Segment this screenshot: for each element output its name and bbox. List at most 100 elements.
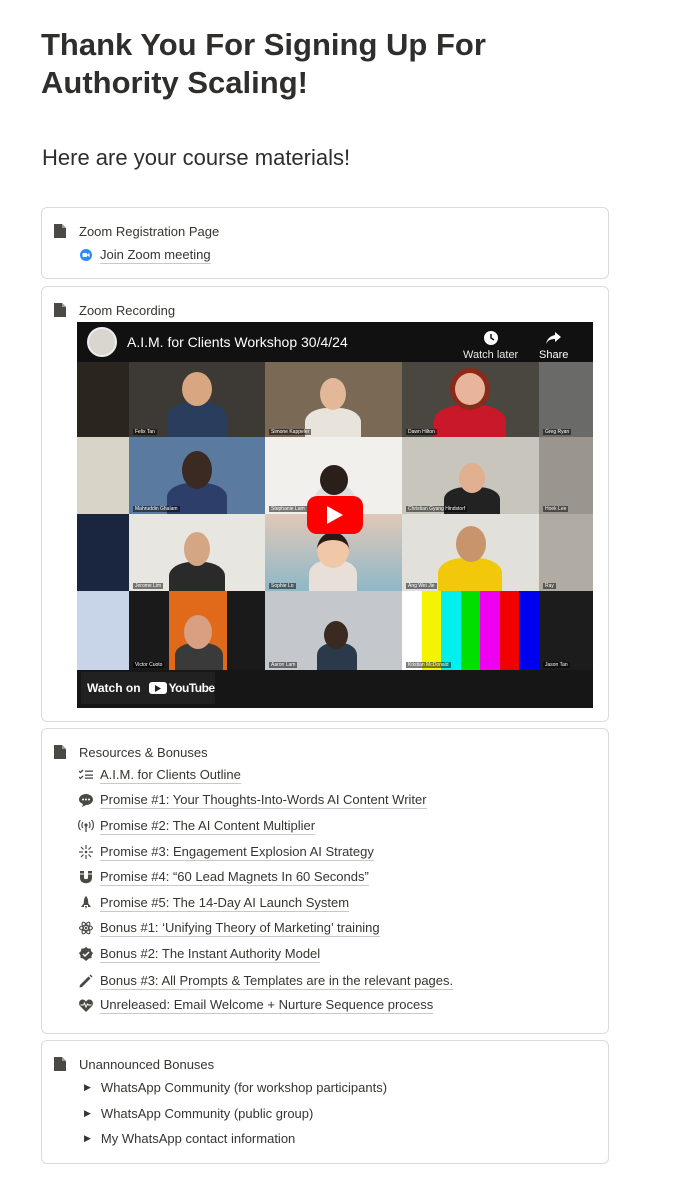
page-icon <box>54 224 66 238</box>
participant-tile: Victor Cuoto <box>129 591 265 670</box>
participant-tile: Jerome Lim <box>129 514 265 591</box>
resource-item-promise-5[interactable]: Promise #5: The 14-Day AI Launch System <box>78 893 350 913</box>
participant-tile: Ray <box>539 514 593 591</box>
participant-tile: Hoek Lee <box>539 437 593 514</box>
participant-name: Simone Kappeler <box>269 429 312 435</box>
color-bar <box>441 591 461 670</box>
video-top-bar: A.I.M. for Clients Workshop 30/4/24 Watc… <box>77 322 593 362</box>
watch-on-label: Watch on <box>87 681 141 695</box>
participant-name: Stephanie Lam <box>269 506 307 512</box>
join-zoom-label: Join Zoom meeting <box>100 246 211 264</box>
heart-pulse-icon <box>78 997 94 1013</box>
resource-item-bonus-2[interactable]: Bonus #2: The Instant Authority Model <box>78 944 321 964</box>
watch-on-youtube-button[interactable]: Watch on YouTube <box>81 672 215 704</box>
unannounced-card: Unannounced Bonuses ▶ WhatsApp Community… <box>41 1040 609 1164</box>
participant-figure <box>305 408 361 437</box>
resources-header[interactable]: Resources & Bonuses <box>54 742 208 762</box>
participant-name: Ang Wei Jie <box>406 583 437 589</box>
participant-figure <box>459 463 485 493</box>
zoom-registration-card: Zoom Registration Page Join Zoom meeting <box>41 207 609 279</box>
join-zoom-link[interactable]: Join Zoom meeting <box>78 245 211 265</box>
broadcast-icon <box>78 818 94 834</box>
unannounced-title: Unannounced Bonuses <box>79 1056 215 1072</box>
participant-name: Felix Tan <box>133 429 157 435</box>
toggle-triangle-icon[interactable]: ▶ <box>84 1133 91 1144</box>
participant-name: Ray <box>543 583 556 589</box>
resource-link: A.I.M. for Clients Outline <box>100 766 241 784</box>
participant-name: Hoek Lee <box>543 506 569 512</box>
toggle-triangle-icon[interactable]: ▶ <box>84 1082 91 1093</box>
toggle-item-whatsapp-public[interactable]: ▶ WhatsApp Community (public group) <box>76 1103 313 1123</box>
color-bar <box>480 591 500 670</box>
resource-item-unreleased[interactable]: Unreleased: Email Welcome + Nurture Sequ… <box>78 995 434 1015</box>
zoom-registration-header[interactable]: Zoom Registration Page <box>54 221 219 241</box>
share-button[interactable]: Share <box>539 330 568 361</box>
resource-item-outline[interactable]: A.I.M. for Clients Outline <box>78 765 241 785</box>
toggle-item-whatsapp-participants[interactable]: ▶ WhatsApp Community (for workshop parti… <box>76 1077 387 1097</box>
participant-figure <box>184 615 212 649</box>
sparkle-burst-icon <box>78 844 94 860</box>
youtube-wordmark: YouTube <box>168 681 216 695</box>
participant-figure <box>167 402 227 437</box>
video-title[interactable]: A.I.M. for Clients Workshop 30/4/24 <box>127 334 348 350</box>
participant-tile: Aaron Lam <box>265 591 402 670</box>
participant-name: Aaron Lam <box>269 662 298 668</box>
page-title: Thank You For Signing Up For Authority S… <box>41 27 486 100</box>
participant-figure <box>182 451 212 489</box>
participant-name: Greg Ryan <box>543 429 572 435</box>
resource-link: Promise #1: Your Thoughts-Into-Words AI … <box>100 791 427 809</box>
resource-item-bonus-3[interactable]: Bonus #3: All Prompts & Templates are in… <box>78 971 454 991</box>
toggle-label: WhatsApp Community (public group) <box>100 1105 314 1121</box>
resource-item-bonus-1[interactable]: Bonus #1: ‘Unifying Theory of Marketing’… <box>78 918 380 938</box>
participant-tile: Mahruddin Ghalam <box>129 437 265 514</box>
resource-item-promise-2[interactable]: Promise #2: The AI Content Multiplier <box>78 816 316 836</box>
unannounced-header[interactable]: Unannounced Bonuses <box>54 1054 214 1074</box>
resource-item-promise-1[interactable]: Promise #1: Your Thoughts-Into-Words AI … <box>78 790 427 810</box>
toggle-label: WhatsApp Community (for workshop partici… <box>100 1079 388 1095</box>
resource-link: Promise #4: “60 Lead Magnets In 60 Secon… <box>100 868 369 886</box>
participant-figure <box>320 465 348 495</box>
resource-link: Bonus #1: ‘Unifying Theory of Marketing’… <box>100 919 380 937</box>
checklist-icon <box>78 767 94 783</box>
toggle-label: My WhatsApp contact information <box>100 1130 296 1146</box>
participant-tile: Greg Ryan <box>539 360 593 437</box>
participant-tile: Dawn Hilton <box>402 360 539 437</box>
resources-card: Resources & Bonuses A.I.M. for Clients O… <box>41 728 609 1034</box>
participant-figure <box>456 526 486 562</box>
resource-link: Bonus #3: All Prompts & Templates are in… <box>100 972 454 990</box>
zoom-recording-header[interactable]: Zoom Recording <box>54 300 175 320</box>
resource-link: Promise #5: The 14-Day AI Launch System <box>100 894 350 912</box>
zoom-icon <box>78 247 94 263</box>
participant-figure <box>182 372 212 406</box>
video-player[interactable]: A.I.M. for Clients Workshop 30/4/24 Watc… <box>77 322 593 708</box>
participant-figure <box>317 532 349 568</box>
toggle-triangle-icon[interactable]: ▶ <box>84 1108 91 1119</box>
play-button[interactable] <box>307 496 363 534</box>
share-label: Share <box>539 349 569 361</box>
color-bar <box>519 591 539 670</box>
participant-tile: Christian Gyang Hindstorf <box>402 437 539 514</box>
zoom-recording-title: Zoom Recording <box>79 302 176 318</box>
participant-tile <box>77 591 129 670</box>
color-bar <box>402 591 422 670</box>
page-icon <box>54 1057 66 1071</box>
play-icon <box>327 506 343 524</box>
participant-name: Kristian McDonald <box>406 662 451 668</box>
toggle-item-whatsapp-contact[interactable]: ▶ My WhatsApp contact information <box>76 1128 295 1148</box>
resource-item-promise-3[interactable]: Promise #3: Engagement Explosion AI Stra… <box>78 842 374 862</box>
channel-avatar[interactable] <box>87 327 117 357</box>
youtube-logo: YouTube <box>148 681 216 695</box>
resource-item-promise-4[interactable]: Promise #4: “60 Lead Magnets In 60 Secon… <box>78 867 369 887</box>
youtube-play-icon <box>148 682 167 694</box>
color-bars-tile: Kristian McDonald <box>402 591 539 670</box>
atom-icon <box>78 920 94 936</box>
share-icon <box>545 332 561 344</box>
pencil-icon <box>78 973 94 989</box>
resource-link: Promise #3: Engagement Explosion AI Stra… <box>100 843 374 861</box>
participant-tile <box>77 437 129 514</box>
participant-tile <box>77 514 129 591</box>
verified-badge-icon <box>78 946 94 962</box>
watch-later-button[interactable]: Watch later <box>463 330 518 361</box>
resource-link: Bonus #2: The Instant Authority Model <box>100 945 321 963</box>
participant-figure <box>169 562 225 591</box>
